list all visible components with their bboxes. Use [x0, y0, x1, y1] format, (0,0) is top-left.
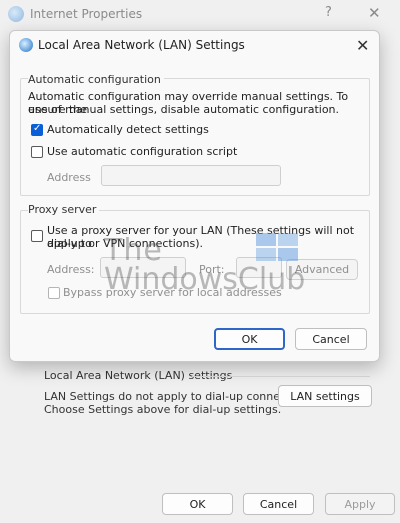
dialog-cancel-button[interactable]: Cancel — [295, 328, 367, 350]
use-script-label[interactable]: Use automatic configuration script — [47, 145, 237, 158]
close-icon[interactable]: ✕ — [368, 4, 381, 22]
use-proxy-checkbox[interactable] — [31, 230, 43, 242]
auto-detect-label[interactable]: Automatically detect settings — [47, 123, 209, 136]
script-address-input[interactable] — [101, 165, 281, 186]
internet-globe-icon — [19, 38, 33, 52]
auto-config-description: use of manual settings, disable automati… — [28, 103, 340, 116]
script-address-label: Address — [47, 171, 91, 184]
dialog-close-icon[interactable]: ✕ — [356, 36, 369, 55]
proxy-address-label: Address: — [47, 263, 95, 276]
bypass-local-checkbox[interactable] — [48, 287, 60, 299]
ok-button[interactable]: OK — [162, 493, 233, 515]
watermark-text: WindowsClub — [104, 262, 306, 297]
dialog-ok-button[interactable]: OK — [214, 328, 285, 350]
dialog-title: Local Area Network (LAN) Settings — [38, 38, 245, 52]
help-icon[interactable]: ? — [325, 5, 332, 20]
lan-info-text: LAN Settings do not apply to dial-up con… — [44, 390, 317, 403]
internet-globe-icon — [8, 6, 24, 22]
lan-settings-dialog: Local Area Network (LAN) Settings ✕ Auto… — [9, 30, 380, 362]
use-script-checkbox[interactable] — [31, 146, 43, 158]
auto-detect-checkbox[interactable] — [31, 123, 43, 136]
group-title: Proxy server — [28, 203, 100, 216]
window-title: Internet Properties — [30, 7, 143, 21]
lan-settings-button[interactable]: LAN settings — [278, 385, 372, 407]
group-divider — [192, 376, 370, 377]
apply-button[interactable]: Apply — [325, 493, 395, 515]
windowsclub-logo-icon — [256, 233, 298, 261]
group-title: Automatic configuration — [28, 73, 164, 86]
lan-info-text: Choose Settings above for dial-up settin… — [44, 403, 282, 416]
cancel-button[interactable]: Cancel — [243, 493, 314, 515]
